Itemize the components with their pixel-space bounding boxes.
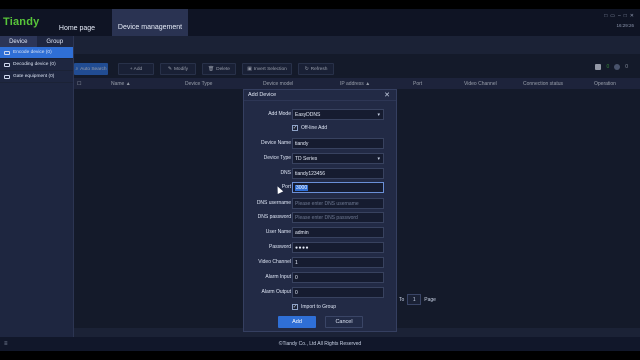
- logo: Tiandy: [3, 16, 40, 28]
- dns-username-input[interactable]: Please enter DNS username: [292, 198, 384, 209]
- close-icon[interactable]: ✕: [384, 91, 390, 99]
- close-icon[interactable]: ✕: [630, 13, 634, 19]
- sidebar-item-label: Gate equipment (0): [13, 74, 55, 79]
- monitor-icon: [4, 62, 10, 67]
- row-device-name: Device Name tiandy: [244, 138, 398, 149]
- port-label: Port: [281, 184, 291, 190]
- import-to-group-label: Import to Group: [301, 304, 337, 310]
- tab-group[interactable]: Group: [37, 36, 74, 47]
- port-value: 3000: [295, 184, 309, 191]
- tab-home-page[interactable]: Home page: [52, 20, 102, 36]
- row-add-mode: Add Mode EasyDDNS: [244, 109, 398, 120]
- row-port: Port 3000: [244, 182, 398, 193]
- cancel-button[interactable]: Cancel: [325, 316, 363, 328]
- pin-icon[interactable]: □: [604, 13, 607, 19]
- device-type-label: Device Type: [263, 155, 291, 161]
- alarm-input-field[interactable]: 0: [292, 272, 384, 283]
- offline-add-checkbox[interactable]: ✓ Off-line Add: [292, 125, 327, 131]
- user-name-input[interactable]: admin: [292, 227, 384, 238]
- pager-page-label: Page: [424, 296, 436, 303]
- dns-username-label: DNS username: [256, 200, 291, 206]
- minimize-icon[interactable]: –: [618, 13, 621, 19]
- device-name-input[interactable]: tiandy: [292, 138, 384, 149]
- sidebar-item-label: Encode device (0): [13, 50, 52, 55]
- row-user-name: User Name admin: [244, 227, 398, 238]
- import-to-group-checkbox[interactable]: ✓ Import to Group: [292, 304, 336, 310]
- add-device-dialog: Add Device ✕ Add Mode EasyDDNS ✓ Off-lin…: [243, 89, 397, 332]
- row-video-channel: Video Channel 1: [244, 257, 398, 268]
- device-name-label: Device Name: [260, 140, 291, 146]
- footer: ≡ ©Tiandy Co., Ltd All Rights Reserved: [0, 337, 640, 351]
- row-password: Password ●●●●: [244, 242, 398, 253]
- sidebar-tabs: Device Group: [0, 36, 73, 47]
- row-import-to-group: ✓ Import to Group: [244, 302, 398, 313]
- dns-password-input[interactable]: Please enter DNS password: [292, 212, 384, 223]
- tab-device-management[interactable]: Device management: [112, 9, 188, 36]
- dns-input[interactable]: tiandy123456: [292, 168, 384, 179]
- checkbox-check-icon: ✓: [292, 124, 298, 131]
- row-offline-add: ✓ Off-line Add: [244, 123, 398, 134]
- video-channel-input[interactable]: 1: [292, 257, 384, 268]
- dns-label: DNS: [280, 170, 291, 176]
- dns-password-label: DNS password: [257, 214, 291, 220]
- tab-device[interactable]: Device: [0, 36, 37, 47]
- dialog-header: Add Device ✕: [244, 90, 396, 101]
- maximize-icon[interactable]: □: [624, 13, 627, 19]
- row-dns-username: DNS username Please enter DNS username: [244, 198, 398, 209]
- offline-add-label: Off-line Add: [301, 125, 328, 131]
- copyright-text: ©Tiandy Co., Ltd All Rights Reserved: [278, 341, 362, 347]
- restore-icon[interactable]: ▭: [610, 13, 615, 19]
- sidebar: Device Group Encode device (0) Decoding …: [0, 36, 74, 337]
- row-device-type: Device Type TD Series: [244, 153, 398, 164]
- pager-to-label: To: [399, 296, 405, 303]
- add-button[interactable]: Add: [278, 316, 316, 328]
- row-alarm-input: Alarm Input 0: [244, 272, 398, 283]
- dialog-title: Add Device: [248, 92, 277, 98]
- menu-icon[interactable]: ≡: [4, 341, 8, 347]
- password-label: Password: [269, 244, 291, 250]
- sidebar-item-gate-equipment[interactable]: Gate equipment (0): [0, 71, 73, 83]
- clock: 16:29:26: [616, 23, 634, 28]
- top-bar: Tiandy Home page Device management □ ▭ –…: [0, 9, 640, 36]
- alarm-input-label: Alarm Input: [265, 274, 291, 280]
- sidebar-item-encode-device[interactable]: Encode device (0): [0, 47, 73, 59]
- row-dns: DNS tiandy123456: [244, 168, 398, 179]
- checkbox-check-icon: ✓: [292, 303, 298, 310]
- alarm-output-field[interactable]: 0: [292, 287, 384, 298]
- port-input[interactable]: 3000: [292, 182, 384, 193]
- window-controls: □ ▭ – □ ✕: [604, 13, 634, 19]
- gate-icon: [4, 74, 10, 79]
- sidebar-item-decoding-device[interactable]: Decoding device (0): [0, 59, 73, 71]
- monitor-icon: [4, 50, 10, 55]
- add-mode-select[interactable]: EasyDDNS: [292, 109, 384, 120]
- video-channel-label: Video Channel: [258, 259, 291, 265]
- sidebar-item-label: Decoding device (0): [13, 62, 56, 67]
- row-dns-password: DNS password Please enter DNS password: [244, 212, 398, 223]
- add-mode-label: Add Mode: [268, 111, 291, 117]
- device-type-select[interactable]: TD Series: [292, 153, 384, 164]
- row-alarm-output: Alarm Output 0: [244, 287, 398, 298]
- page-input[interactable]: 1: [407, 294, 422, 305]
- password-input[interactable]: ●●●●: [292, 242, 384, 253]
- alarm-output-label: Alarm Output: [261, 289, 291, 295]
- pager: To 1 Page: [399, 294, 436, 305]
- user-name-label: User Name: [265, 229, 291, 235]
